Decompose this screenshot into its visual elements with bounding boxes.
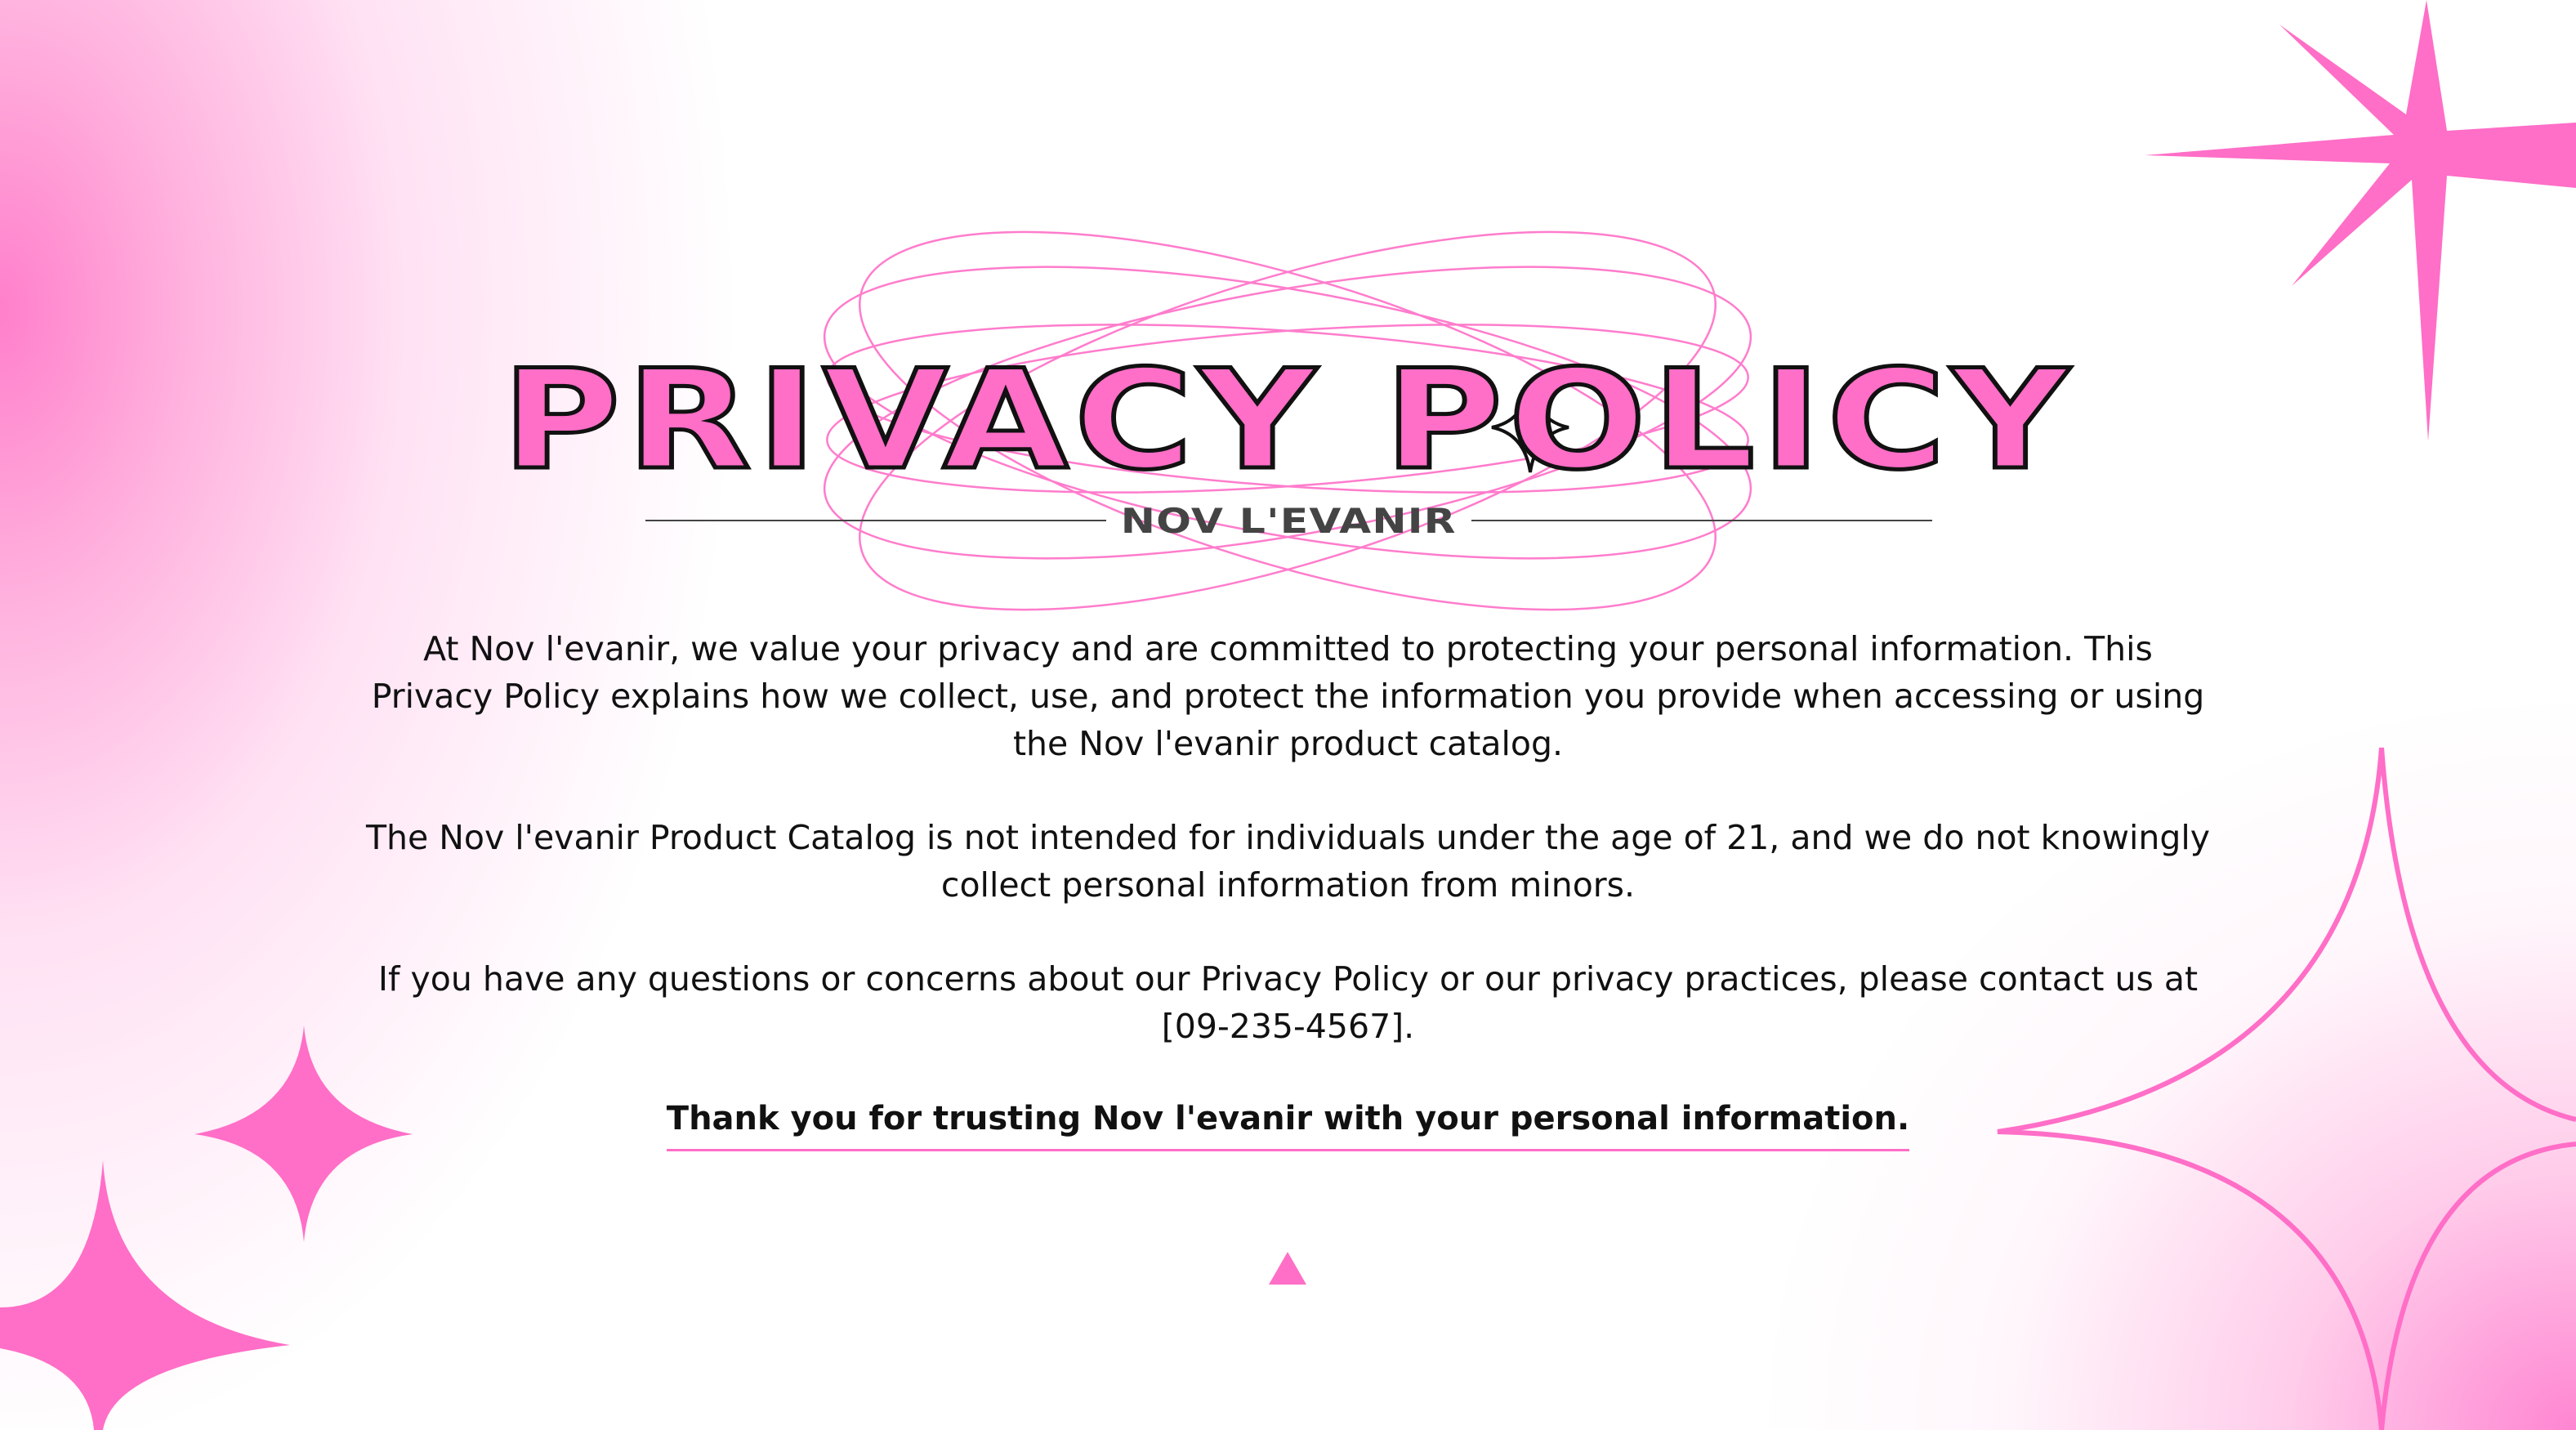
page-title: PRIVACY POLICY: [499, 340, 2075, 500]
policy-body: At Nov l'evanir, we value your privacy a…: [359, 625, 2217, 1097]
brand-subtitle-row: NOV L'EVANIR: [645, 500, 1933, 541]
brand-name: NOV L'EVANIR: [1121, 500, 1457, 541]
divider-right: [1471, 520, 1933, 521]
closing-statement: Thank you for trusting Nov l'evanir with…: [666, 1100, 1910, 1151]
policy-paragraph-contact: If you have any questions or concerns ab…: [377, 959, 2199, 1046]
next-triangle-icon[interactable]: [1269, 1252, 1306, 1285]
sparkle-star-icon: [0, 1160, 290, 1430]
divider-left: [645, 520, 1107, 521]
policy-paragraph-intro: At Nov l'evanir, we value your privacy a…: [371, 629, 2205, 763]
policy-paragraph-age: The Nov l'evanir Product Catalog is not …: [365, 818, 2211, 905]
